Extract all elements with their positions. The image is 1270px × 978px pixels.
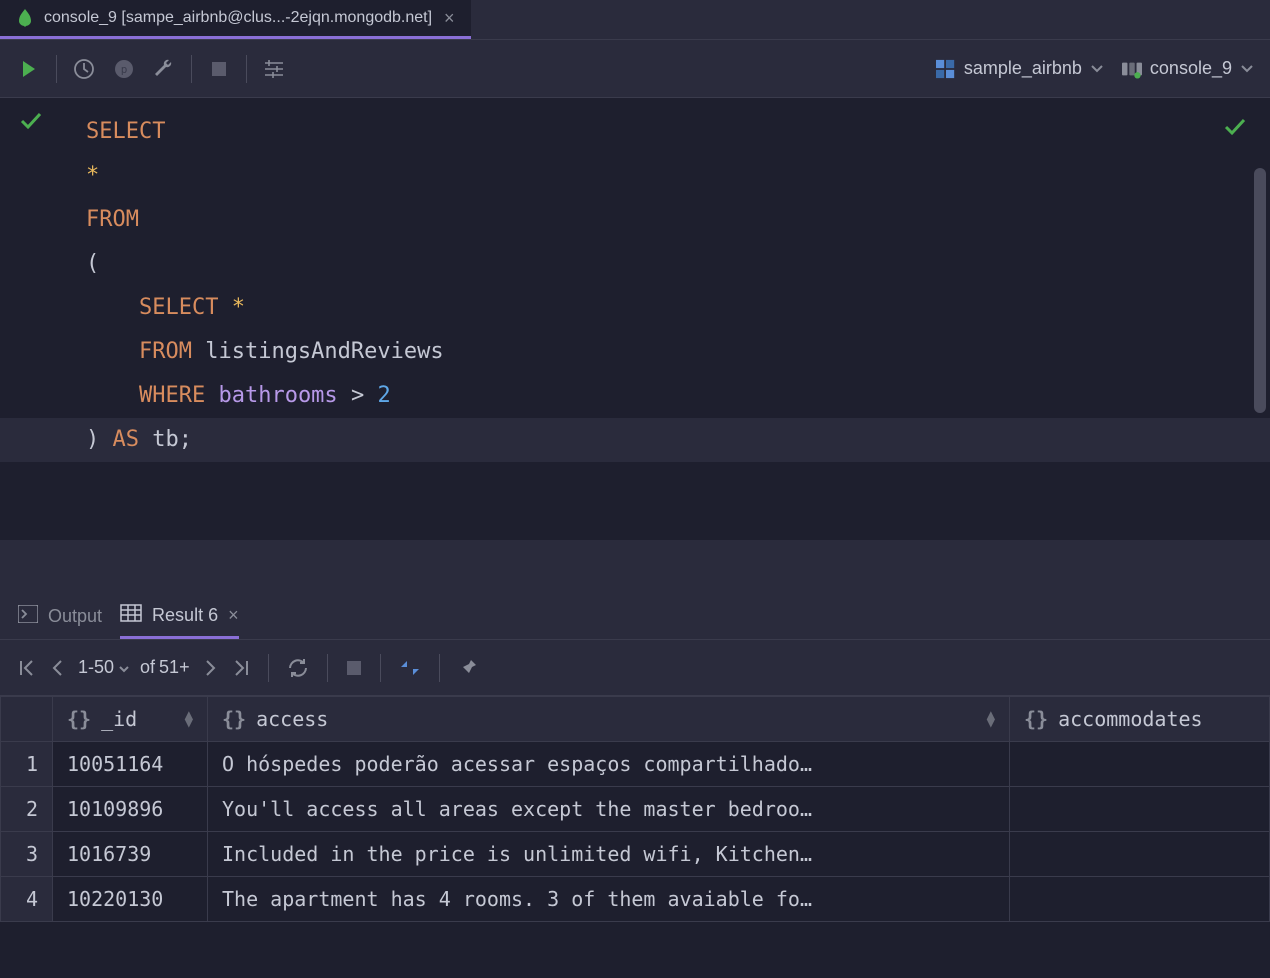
first-page-button[interactable] <box>18 659 36 677</box>
editor-tab-bar: console_9 [sampe_airbnb@clus...-2ejqn.mo… <box>0 0 1270 40</box>
database-icon <box>936 59 956 79</box>
result-toolbar: 1-50 of 51+ <box>0 640 1270 696</box>
cell-id[interactable]: 1016739 <box>53 832 208 877</box>
result-table-container: {} _id ▲▼ {} access ▲▼ {} accommodates <box>0 696 1270 922</box>
cell-id[interactable]: 10109896 <box>53 787 208 832</box>
editor-tab[interactable]: console_9 [sampe_airbnb@clus...-2ejqn.mo… <box>0 0 471 39</box>
close-icon[interactable]: × <box>444 8 455 29</box>
table-row[interactable]: 2 10109896 You'll access all areas excep… <box>1 787 1270 832</box>
stop-icon[interactable] <box>346 660 362 676</box>
cell-access[interactable]: You'll access all areas except the maste… <box>208 787 1010 832</box>
panel-divider[interactable] <box>0 540 1270 594</box>
column-header-id[interactable]: {} _id ▲▼ <box>53 697 208 742</box>
database-selector[interactable]: sample_airbnb <box>936 58 1104 79</box>
checkmark-icon <box>20 110 42 135</box>
column-header-accommodates[interactable]: {} accommodates <box>1010 697 1270 742</box>
prev-page-button[interactable] <box>50 659 64 677</box>
table-row[interactable]: 1 10051164 O hóspedes poderão acessar es… <box>1 742 1270 787</box>
table-icon <box>120 604 142 627</box>
chevron-down-icon <box>1240 58 1254 79</box>
row-number: 3 <box>1 832 53 877</box>
console-selector[interactable]: console_9 <box>1122 58 1254 79</box>
cell-accommodates[interactable] <box>1010 787 1270 832</box>
divider <box>56 55 57 83</box>
code-line: ( <box>0 242 1270 286</box>
result-table: {} _id ▲▼ {} access ▲▼ {} accommodates <box>0 696 1270 922</box>
run-button[interactable] <box>16 56 42 82</box>
database-name: sample_airbnb <box>964 58 1082 79</box>
divider <box>246 55 247 83</box>
cell-accommodates[interactable] <box>1010 877 1270 922</box>
terminal-icon <box>18 605 38 628</box>
chevron-down-icon <box>1090 58 1104 79</box>
page-total: 51+ <box>159 657 190 678</box>
row-number: 1 <box>1 742 53 787</box>
cell-accommodates[interactable] <box>1010 742 1270 787</box>
tab-result[interactable]: Result 6 × <box>120 594 239 639</box>
svg-text:p: p <box>121 63 128 76</box>
code-line: SELECT * <box>0 286 1270 330</box>
code-line: * <box>0 154 1270 198</box>
cell-access[interactable]: O hóspedes poderão acessar espaços compa… <box>208 742 1010 787</box>
tab-output[interactable]: Output <box>18 594 102 639</box>
of-label: of <box>140 657 155 678</box>
cell-id[interactable]: 10051164 <box>53 742 208 787</box>
tab-title: console_9 [sampe_airbnb@clus...-2ejqn.mo… <box>44 9 432 27</box>
sort-icon[interactable]: ▲▼ <box>185 711 193 727</box>
chevron-down-icon <box>118 657 130 678</box>
sort-icon[interactable]: ▲▼ <box>987 711 995 727</box>
settings-icon[interactable] <box>261 56 287 82</box>
history-icon[interactable] <box>71 56 97 82</box>
code-line: WHERE bathrooms > 2 <box>0 374 1270 418</box>
pagination-info[interactable]: 1-50 of 51+ <box>78 657 190 678</box>
stop-icon[interactable] <box>206 56 232 82</box>
divider <box>327 654 328 682</box>
divider <box>439 654 440 682</box>
code-line: SELECT <box>0 110 1270 154</box>
console-icon <box>1122 59 1142 79</box>
tab-label: Result 6 <box>152 605 218 626</box>
refresh-icon[interactable] <box>287 657 309 679</box>
last-page-button[interactable] <box>232 659 250 677</box>
console-name: console_9 <box>1150 58 1232 79</box>
mongodb-leaf-icon <box>16 9 34 27</box>
breakpoint-icon[interactable]: p <box>111 56 137 82</box>
table-row[interactable]: 4 10220130 The apartment has 4 rooms. 3 … <box>1 877 1270 922</box>
row-number-header <box>1 697 53 742</box>
table-row[interactable]: 3 1016739 Included in the price is unlim… <box>1 832 1270 877</box>
cell-id[interactable]: 10220130 <box>53 877 208 922</box>
bottom-tab-bar: Output Result 6 × <box>0 594 1270 640</box>
cell-access[interactable]: The apartment has 4 rooms. 3 of them ava… <box>208 877 1010 922</box>
code-line: FROM listingsAndReviews <box>0 330 1270 374</box>
column-header-access[interactable]: {} access ▲▼ <box>208 697 1010 742</box>
checkmark-icon <box>1224 116 1246 142</box>
row-number: 4 <box>1 877 53 922</box>
wrench-icon[interactable] <box>151 56 177 82</box>
code-editor[interactable]: SELECT * FROM ( SELECT * FROM listingsAn… <box>0 98 1270 540</box>
next-page-button[interactable] <box>204 659 218 677</box>
toolbar-left-group: p <box>16 55 287 83</box>
editor-gutter <box>0 110 60 136</box>
page-range: 1-50 <box>78 657 114 678</box>
pin-icon[interactable] <box>458 658 478 678</box>
compare-icon[interactable] <box>399 657 421 679</box>
cell-accommodates[interactable] <box>1010 832 1270 877</box>
cell-access[interactable]: Included in the price is unlimited wifi,… <box>208 832 1010 877</box>
close-icon[interactable]: × <box>228 605 239 626</box>
divider <box>268 654 269 682</box>
tab-label: Output <box>48 606 102 627</box>
toolbar-right-group: sample_airbnb console_9 <box>936 58 1254 79</box>
row-number: 2 <box>1 787 53 832</box>
code-line: ) AS tb; <box>0 418 1270 462</box>
divider <box>380 654 381 682</box>
editor-toolbar: p sample_airbnb console_9 <box>0 40 1270 98</box>
editor-scrollbar[interactable] <box>1254 168 1266 413</box>
code-line: FROM <box>0 198 1270 242</box>
divider <box>191 55 192 83</box>
